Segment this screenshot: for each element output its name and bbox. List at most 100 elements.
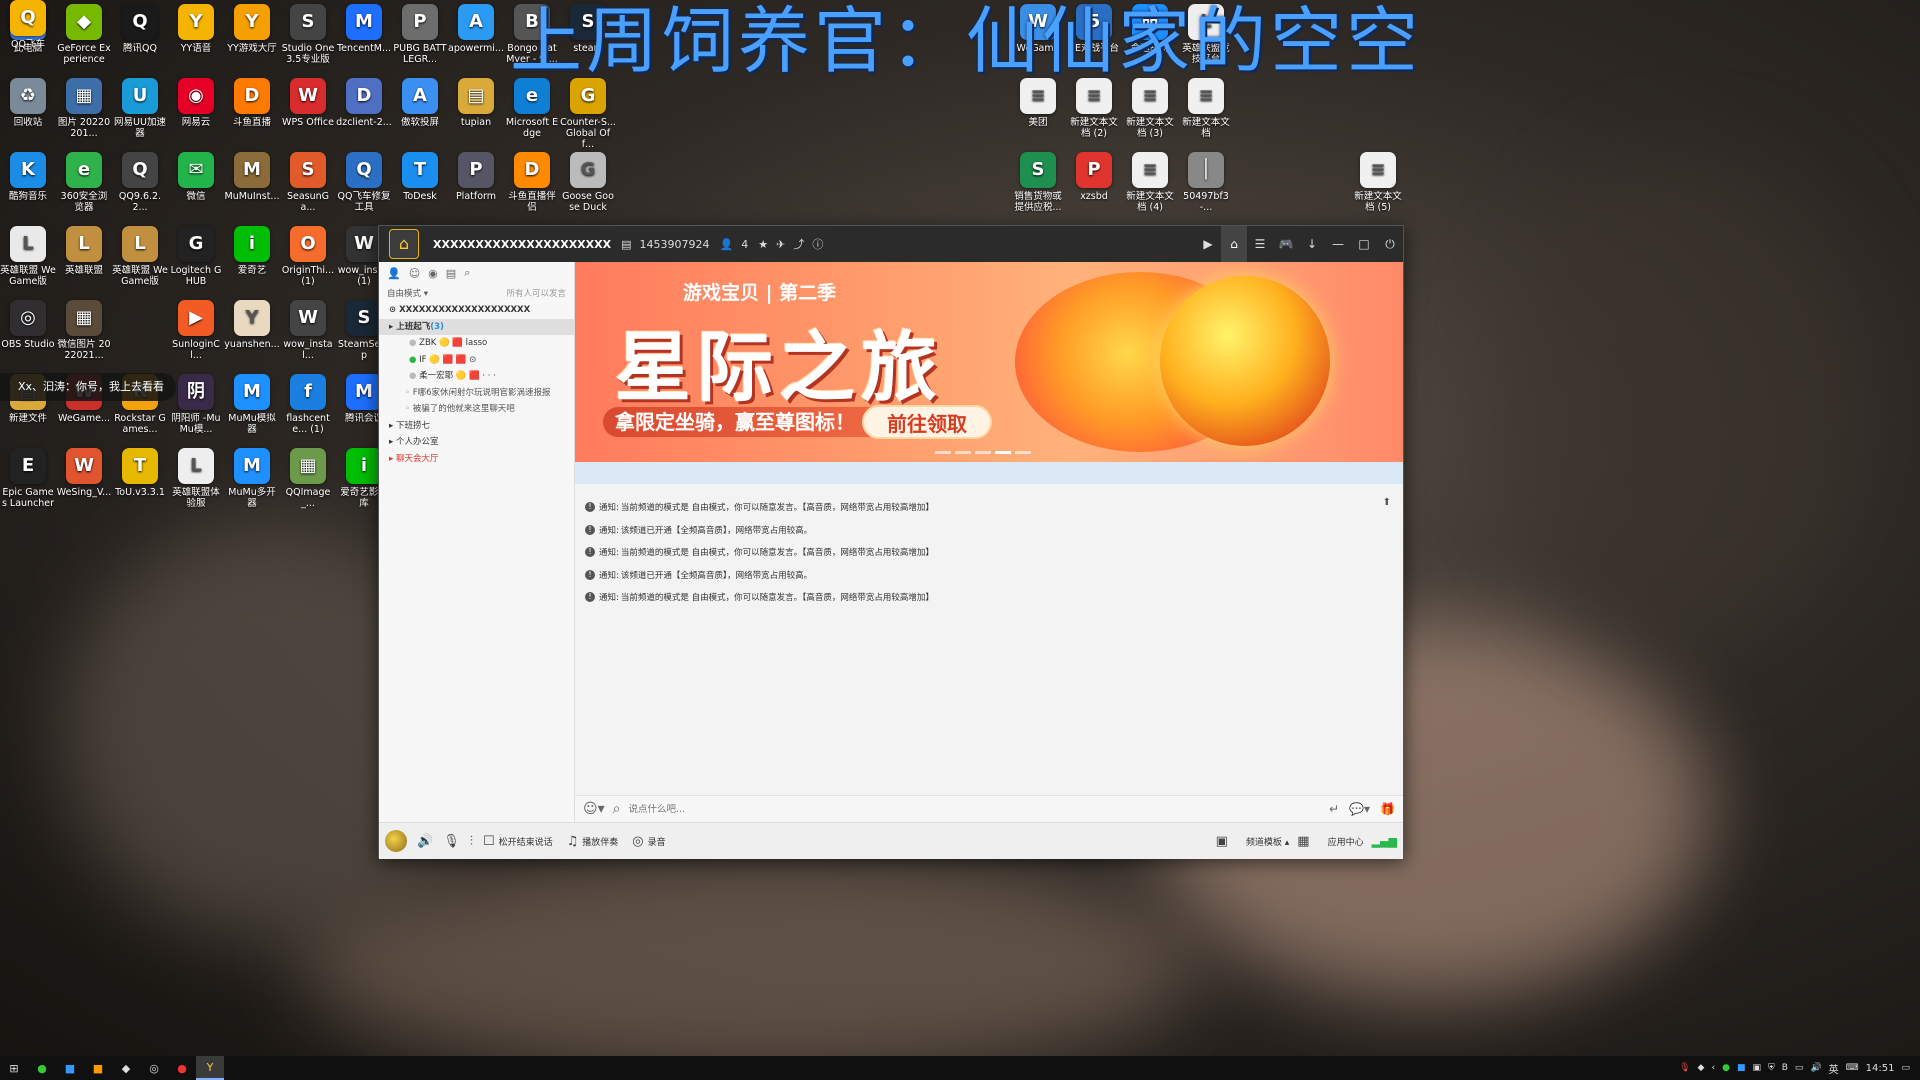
desktop-icon[interactable]: e 360安全浏览器: [56, 152, 112, 213]
avatar[interactable]: [385, 830, 407, 852]
channel-tree-item[interactable]: ● 柔一宏耶 🟡 🟥 · · ·: [379, 368, 574, 385]
channel-tree-item[interactable]: ▸ 个人办公室: [379, 434, 574, 451]
taskbar-obs-icon[interactable]: ◎: [140, 1062, 168, 1075]
desktop-icon[interactable]: Yyuanshen...: [224, 300, 280, 350]
desktop-icon[interactable]: L 英雄联盟: [56, 226, 112, 276]
taskbar-steam-icon[interactable]: ◆: [112, 1062, 140, 1075]
desktop-icon[interactable]: f flashcente... (1): [280, 374, 336, 435]
tray-keyboard-icon[interactable]: ⌨: [1846, 1063, 1859, 1073]
desktop-icon[interactable]: │ 50497bf3-...: [1178, 152, 1234, 213]
channel-tree-item[interactable]: ▸ 聊天会大厅: [379, 451, 574, 468]
desktop-icon[interactable]: L 英雄联盟 WeGame版: [112, 226, 168, 287]
home-icon[interactable]: ⌂: [389, 229, 419, 259]
ime-indicator[interactable]: 英: [1829, 1061, 1839, 1076]
mic-icon[interactable]: 🎙: [443, 834, 460, 849]
taskbar-yy-icon[interactable]: Y: [196, 1056, 224, 1080]
desktop-icon[interactable]: Ddzclient-2...: [336, 78, 392, 128]
taskbar-netease-icon[interactable]: ●: [168, 1062, 196, 1075]
mode-select[interactable]: 自由模式 ▾: [387, 287, 428, 299]
desktop-icon[interactable]: ▶ SunloginCl...: [168, 300, 224, 361]
channel-tree-item[interactable]: ● IF 🟡 🟥 🟥 ⊙: [379, 352, 574, 369]
desktop-icon[interactable]: Wwow_instal...: [280, 300, 336, 361]
window-titlebar[interactable]: ⌂ XXXXXXXXXXXXXXXXXXXXX ▤ 1453907924 👤 4…: [379, 226, 1403, 262]
desktop-icon[interactable]: L 英雄联盟 WeGame版: [0, 226, 56, 287]
list-icon[interactable]: ☰: [1247, 237, 1273, 251]
taskbar-app2-icon[interactable]: ■: [84, 1062, 112, 1075]
channel-template-button[interactable]: 频道模板 ▴: [1246, 835, 1289, 848]
desktop-icon[interactable]: Q QQ飞车: [0, 0, 56, 50]
channel-tree-item[interactable]: ▸ 下班捞七: [379, 418, 574, 435]
download-icon[interactable]: ↓: [1299, 237, 1325, 251]
desktop-icon[interactable]: ▦ 图片 20220201...: [56, 78, 112, 139]
search-icon[interactable]: ⌕: [464, 266, 470, 280]
desktop-icon[interactable]: P Platform: [448, 152, 504, 202]
plane-icon[interactable]: ✈: [776, 238, 785, 251]
channel-tree-item[interactable]: ◦ 被骗了的他就来这里聊天吧: [379, 401, 574, 418]
app-center-button[interactable]: 应用中心: [1328, 835, 1364, 848]
release-mic-button[interactable]: ☐ 松开结束说话: [483, 834, 553, 849]
promo-banner[interactable]: 游戏宝贝 | 第二季 星际之旅 拿限定坐骑，赢至尊图标！ 前往领取: [575, 262, 1403, 462]
tray-shield-icon[interactable]: ⛨: [1768, 1063, 1775, 1073]
location-icon[interactable]: ◉: [428, 267, 438, 280]
desktop-icon[interactable]: W WPS Office: [280, 78, 336, 128]
desktop-icon[interactable]: Y YY游戏大厅: [224, 4, 280, 54]
taskbar-360-icon[interactable]: ●: [28, 1062, 56, 1075]
desktop-icon[interactable]: ≡ 新建文本文档 (4): [1122, 152, 1178, 213]
desktop-icon[interactable]: Q QQ飞车修复工具: [336, 152, 392, 213]
desktop-icon[interactable]: G Goose Goose Duck: [560, 152, 616, 213]
desktop-icon[interactable]: S SeasunGa...: [280, 152, 336, 213]
play-music-button[interactable]: ♫ 播放伴奏: [567, 834, 619, 849]
home-tab-icon[interactable]: ⌂: [1221, 226, 1247, 262]
record-button[interactable]: ◎ 录音: [632, 834, 665, 849]
info-icon[interactable]: ⓘ: [812, 236, 823, 252]
desktop-icon[interactable]: T ToU.v3.3.1: [112, 448, 168, 498]
desktop-icon[interactable]: G Logitech G HUB: [168, 226, 224, 287]
enter-icon[interactable]: ↵: [1329, 802, 1339, 816]
tray-wechat-icon[interactable]: ●: [1722, 1063, 1730, 1073]
taskbar-app-icon[interactable]: ■: [56, 1062, 84, 1075]
desktop-icon[interactable]: W WeSing_V...: [56, 448, 112, 498]
power-icon[interactable]: ⏻: [1377, 237, 1403, 252]
desktop-icon[interactable]: M MuMu多开器: [224, 448, 280, 509]
tray-steam-icon[interactable]: ◆: [1698, 1063, 1705, 1073]
desktop-icon[interactable]: ✉ 微信: [168, 152, 224, 202]
desktop-icon[interactable]: D 斗鱼直播伴侣: [504, 152, 560, 213]
star-icon[interactable]: ★: [758, 238, 768, 251]
desktop-icon[interactable]: U 网易UU加速器: [112, 78, 168, 139]
desktop-icon[interactable]: ▦ 微信图片 2022021...: [56, 300, 112, 361]
desktop-icon[interactable]: Pxzsbd: [1066, 152, 1122, 202]
clock[interactable]: 14:51: [1866, 1063, 1895, 1074]
emoji-icon[interactable]: ☺▾: [583, 801, 605, 817]
tray-arrow-icon[interactable]: ‹: [1711, 1063, 1715, 1073]
desktop-icon[interactable]: ▦ QQImage_...: [280, 448, 336, 509]
desktop-icon[interactable]: ◉ 网易云: [168, 78, 224, 128]
desktop-icon[interactable]: M MuMu模拟器: [224, 374, 280, 435]
image-search-icon[interactable]: ⌕: [613, 801, 621, 817]
tray-app2-icon[interactable]: ▣: [1752, 1063, 1761, 1073]
desktop-icon[interactable]: K 酷狗音乐: [0, 152, 56, 202]
desktop-icon[interactable]: M MuMuInst...: [224, 152, 280, 202]
desktop-icon[interactable]: ◆ GeForce Experience: [56, 4, 112, 65]
share-icon[interactable]: ⤴: [793, 236, 804, 252]
maximize-icon[interactable]: □: [1351, 237, 1377, 251]
scroll-top-icon[interactable]: ⬆: [1383, 497, 1391, 508]
notes-icon[interactable]: ▤: [446, 267, 456, 280]
desktop-icon[interactable]: ♻ 回收站: [0, 78, 56, 128]
desktop-icon[interactable]: S Studio One 3.5专业版: [280, 4, 336, 65]
desktop-icon[interactable]: M TencentM...: [336, 4, 392, 54]
desktop-icon[interactable]: P PUBG BATTLEGR...: [392, 4, 448, 65]
tray-mic-icon[interactable]: 🎙: [1679, 1063, 1690, 1073]
desktop-icon[interactable]: ◎ OBS Studio: [0, 300, 56, 350]
gift-icon[interactable]: 🎁: [1380, 802, 1395, 816]
desktop-icon[interactable]: ≡ 新建文本文档 (5): [1350, 152, 1406, 213]
notification-icon[interactable]: ▭: [1901, 1063, 1910, 1073]
desktop-icon[interactable]: Aapowermi...: [448, 4, 504, 54]
channel-tree-item[interactable]: ● ZBK 🟡 🟥 lasso: [379, 335, 574, 352]
speaker-icon[interactable]: 🔊: [417, 834, 433, 849]
desktop-icon[interactable]: E Epic Games Launcher: [0, 448, 56, 509]
banner-claim-button[interactable]: 前往领取: [862, 405, 992, 439]
tray-app-icon[interactable]: ■: [1737, 1063, 1746, 1073]
desktop-icon[interactable]: L 英雄联盟体验服: [168, 448, 224, 509]
chat-input[interactable]: [628, 803, 1229, 815]
minimize-icon[interactable]: —: [1325, 237, 1351, 251]
